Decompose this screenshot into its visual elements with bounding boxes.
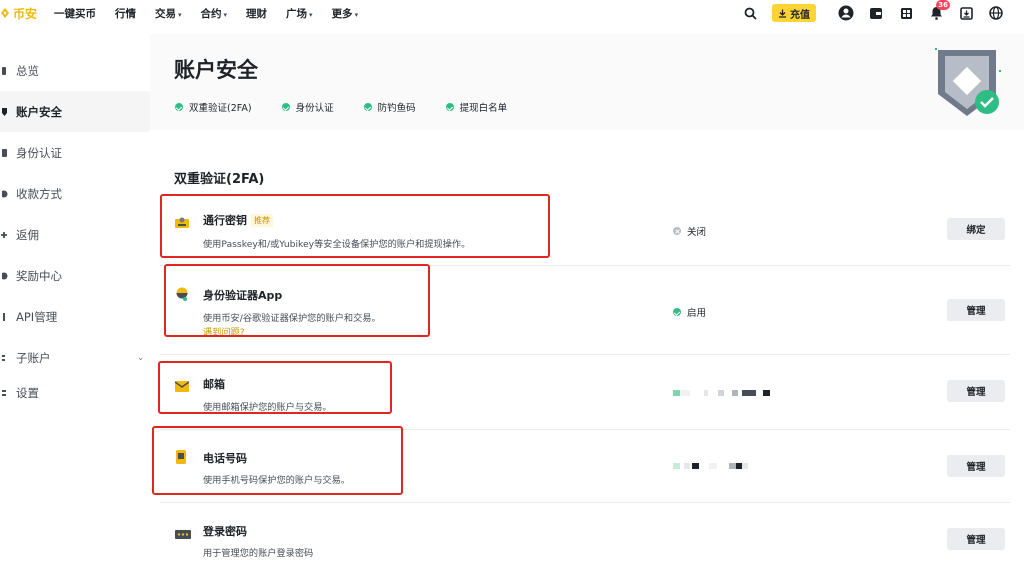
chevron-down-icon: ▾ <box>309 10 313 19</box>
row-title: 电话号码 <box>203 452 247 465</box>
check-circle-icon <box>673 308 681 316</box>
payment-icon <box>0 188 10 200</box>
identity-icon <box>0 147 10 159</box>
phone-icon <box>175 449 189 464</box>
nav-earn[interactable]: 理财 <box>246 6 267 21</box>
orders-icon[interactable] <box>898 5 914 21</box>
2fa-row-authenticator: 身份验证器App 使用币安/谷歌验证器保护您的账户和交易。 遇到问题? 启用 管… <box>160 266 1010 355</box>
sidebar-item-subaccount[interactable]: 子账户 ⌄ <box>0 337 150 378</box>
brand-logo[interactable]: 币安 <box>0 5 37 22</box>
check-circle-icon <box>445 103 454 111</box>
notification-count-badge: 36 <box>936 0 950 10</box>
2fa-row-passkey: 通行密钥 推荐 使用Passkey和/或Yubikey等安全设备保护您的账户和提现… <box>160 191 1010 266</box>
subaccount-icon <box>0 352 10 364</box>
security-shield-illustration <box>935 46 1007 128</box>
deposit-button[interactable]: 充值 <box>772 4 816 22</box>
sidebar-item-identity[interactable]: 身份认证 <box>0 132 150 173</box>
sidebar-item-payment[interactable]: 收款方式 <box>0 173 150 214</box>
nav-trade[interactable]: 交易 ▾ <box>155 6 182 21</box>
checklist-item: 双重验证(2FA) <box>175 100 252 114</box>
password-icon <box>175 524 191 539</box>
nav-markets[interactable]: 行情 <box>115 6 136 21</box>
sidebar-item-security[interactable]: 账户安全 <box>0 91 150 132</box>
user-avatar-icon[interactable] <box>838 5 854 21</box>
language-globe-icon[interactable] <box>988 5 1004 21</box>
binance-logo-icon <box>0 7 10 19</box>
recommended-badge: 推荐 <box>251 214 273 227</box>
nav-square[interactable]: 广场 ▾ <box>286 6 313 21</box>
chevron-down-icon[interactable]: ⌄ <box>137 353 144 362</box>
overview-icon <box>0 65 10 77</box>
download-icon <box>779 9 786 18</box>
row-description: 用于管理您的账户登录密码 <box>203 548 314 559</box>
gear-icon <box>0 387 10 399</box>
manage-authenticator-button[interactable]: 管理 <box>947 299 1005 321</box>
checklist-item: 提现白名单 <box>445 100 507 114</box>
manage-password-button[interactable]: 管理 <box>947 528 1005 550</box>
referral-icon <box>0 229 10 241</box>
2fa-row-phone: 电话号码 使用手机号码保护您的账户与交易。 管理 <box>160 430 1010 503</box>
masked-phone-value <box>673 463 748 469</box>
chevron-down-icon: ▾ <box>354 10 359 19</box>
api-icon <box>0 311 10 323</box>
row-description: 使用Passkey和/或Yubikey等安全设备保护您的账户和提现操作。 <box>203 239 471 250</box>
bind-passkey-button[interactable]: 绑定 <box>947 218 1005 240</box>
check-circle-icon <box>175 103 183 111</box>
page-title: 账户安全 <box>174 58 258 82</box>
reward-icon <box>0 270 10 282</box>
2fa-row-email: 邮箱 使用邮箱保护您的账户与交易。 管理 <box>160 355 1010 430</box>
row-description: 使用手机号码保护您的账户与交易。 <box>203 475 350 486</box>
manage-phone-button[interactable]: 管理 <box>947 455 1005 477</box>
top-navbar: 币安 一键买币 行情 交易 ▾ 合约 ▾ 理财 广场 ▾ 更多 ▾ 充值 36 <box>0 0 1024 26</box>
chevron-down-icon: ▾ <box>223 10 228 19</box>
status-on: 启用 <box>673 305 706 319</box>
security-checklist: 双重验证(2FA) 身份认证 防钓鱼码 提现白名单 <box>175 100 507 114</box>
row-title: 邮箱 <box>203 378 225 391</box>
download-app-icon[interactable] <box>958 5 974 21</box>
sidebar-item-settings[interactable]: 设置 <box>0 378 150 408</box>
sidebar-item-overview[interactable]: 总览 <box>0 50 150 91</box>
help-link[interactable]: 遇到问题? <box>203 324 245 338</box>
row-title: 登录密码 <box>203 525 247 538</box>
brand-name: 币安 <box>13 6 38 21</box>
security-header: 账户安全 双重验证(2FA) 身份认证 防钓鱼码 提现白名单 <box>150 34 1024 130</box>
shield-icon <box>0 106 10 118</box>
passkey-icon <box>175 213 189 228</box>
nav-futures[interactable]: 合约 ▾ <box>201 6 228 21</box>
2fa-row-password: 登录密码 用于管理您的账户登录密码 管理 <box>160 503 1010 569</box>
row-description: 使用邮箱保护您的账户与交易。 <box>203 402 332 413</box>
account-sidebar: 总览 账户安全 身份认证 收款方式 返佣 奖励中心 API管理 子账户 ⌄ 设置 <box>0 50 150 408</box>
authenticator-app-icon <box>175 286 189 301</box>
checklist-item: 防钓鱼码 <box>363 100 416 114</box>
search-icon[interactable] <box>742 5 758 21</box>
close-circle-icon <box>673 227 681 235</box>
section-title-2fa: 双重验证(2FA) <box>174 172 265 187</box>
wallet-icon[interactable] <box>868 5 884 21</box>
manage-email-button[interactable]: 管理 <box>947 380 1005 402</box>
mail-icon <box>174 377 190 392</box>
sidebar-item-referral[interactable]: 返佣 <box>0 214 150 255</box>
checklist-item: 身份认证 <box>281 100 334 114</box>
status-off: 关闭 <box>673 224 706 238</box>
chevron-down-icon: ▾ <box>178 10 182 19</box>
nav-buy-crypto[interactable]: 一键买币 <box>54 6 96 21</box>
check-circle-icon <box>363 103 372 111</box>
nav-more[interactable]: 更多 ▾ <box>332 6 359 21</box>
row-title: 身份验证器App <box>203 289 283 302</box>
row-title: 通行密钥 推荐 <box>203 212 273 228</box>
sidebar-item-rewards[interactable]: 奖励中心 <box>0 255 150 296</box>
sidebar-item-api[interactable]: API管理 <box>0 296 150 337</box>
masked-email-value <box>673 390 770 396</box>
row-description: 使用币安/谷歌验证器保护您的账户和交易。 <box>203 313 381 324</box>
check-circle-icon <box>281 103 290 111</box>
notification-bell-icon[interactable]: 36 <box>928 0 950 21</box>
